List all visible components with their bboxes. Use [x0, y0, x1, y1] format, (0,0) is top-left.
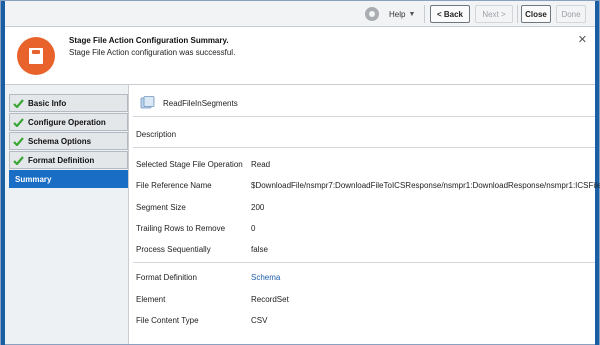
field-value: 200 [251, 203, 265, 212]
checkmark-icon [13, 117, 24, 127]
wizard-content: Basic Info Configure Operation Schema Op… [5, 85, 600, 344]
field-format-definition: Format Definition Schema [136, 273, 280, 282]
checkmark-icon [13, 155, 24, 165]
next-button[interactable]: Next > [475, 5, 513, 23]
help-label: Help [389, 9, 406, 19]
nav-item-basic-info[interactable]: Basic Info [9, 94, 128, 112]
schema-link[interactable]: Schema [251, 273, 280, 282]
summary-panel: ReadFileInSegments Description Selected … [128, 85, 600, 344]
field-value: 0 [251, 224, 256, 233]
user-icon[interactable] [365, 7, 379, 21]
window-right-edge [595, 1, 599, 345]
nav-item-label: Basic Info [28, 98, 67, 108]
toolbar-divider [424, 5, 425, 23]
nav-item-format-definition[interactable]: Format Definition [9, 151, 128, 169]
nav-item-label: Summary [15, 174, 52, 184]
nav-item-configure-operation[interactable]: Configure Operation [9, 113, 128, 131]
chevron-down-icon: ▼ [408, 10, 416, 18]
field-trailing-rows: Trailing Rows to Remove 0 [136, 224, 255, 233]
field-label: Trailing Rows to Remove [136, 224, 226, 233]
help-menu[interactable]: Help ▼ [365, 6, 415, 22]
field-file-content-type: File Content Type CSV [136, 316, 267, 325]
banner-title: Stage File Action Configuration Summary. [69, 36, 229, 45]
toolbar: Help ▼ < Back Next > Close Done [5, 1, 595, 27]
done-button[interactable]: Done [556, 5, 586, 23]
nav-item-summary[interactable]: Summary [9, 170, 128, 188]
wizard-nav: Basic Info Configure Operation Schema Op… [9, 94, 128, 189]
banner-message: Stage File Action configuration was succ… [69, 48, 236, 57]
stage-file-icon [140, 96, 155, 109]
field-label: Process Sequentially [136, 245, 211, 254]
field-value: Read [251, 160, 271, 169]
checkmark-icon [13, 98, 24, 108]
checkmark-icon [13, 136, 24, 146]
toolbar-divider [517, 5, 518, 23]
nav-item-label: Format Definition [28, 155, 95, 165]
divider [133, 147, 595, 148]
confirmation-banner: Stage File Action Configuration Summary.… [5, 27, 595, 85]
close-icon[interactable]: ✕ [578, 33, 587, 46]
field-process-sequentially: Process Sequentially false [136, 245, 268, 254]
field-label: Format Definition [136, 273, 197, 282]
nav-item-schema-options[interactable]: Schema Options [9, 132, 128, 150]
dialog-frame: Help ▼ < Back Next > Close Done Stage Fi… [0, 0, 600, 345]
nav-item-label: Configure Operation [28, 117, 106, 127]
divider [133, 116, 595, 117]
field-segment-size: Segment Size 200 [136, 203, 264, 212]
stage-file-icon [17, 37, 55, 75]
field-value: $DownloadFile/nsmpr7:DownloadFileToICSRe… [251, 181, 600, 190]
field-value: CSV [251, 316, 268, 325]
field-value: false [251, 245, 268, 254]
field-value: RecordSet [251, 295, 289, 304]
field-stage-file-operation: Selected Stage File Operation Read [136, 160, 270, 169]
field-file-reference-name: File Reference Name $DownloadFile/nsmpr7:… [136, 181, 600, 190]
field-label: File Reference Name [136, 181, 212, 190]
description-label: Description [136, 130, 177, 139]
close-button[interactable]: Close [521, 5, 551, 23]
back-button[interactable]: < Back [430, 5, 470, 23]
nav-item-label: Schema Options [28, 136, 92, 146]
field-element: Element RecordSet [136, 295, 289, 304]
field-label: Element [136, 295, 166, 304]
divider [133, 262, 595, 263]
field-label: File Content Type [136, 316, 199, 325]
field-label: Segment Size [136, 203, 186, 212]
action-name: ReadFileInSegments [163, 99, 238, 108]
field-label: Selected Stage File Operation [136, 160, 243, 169]
